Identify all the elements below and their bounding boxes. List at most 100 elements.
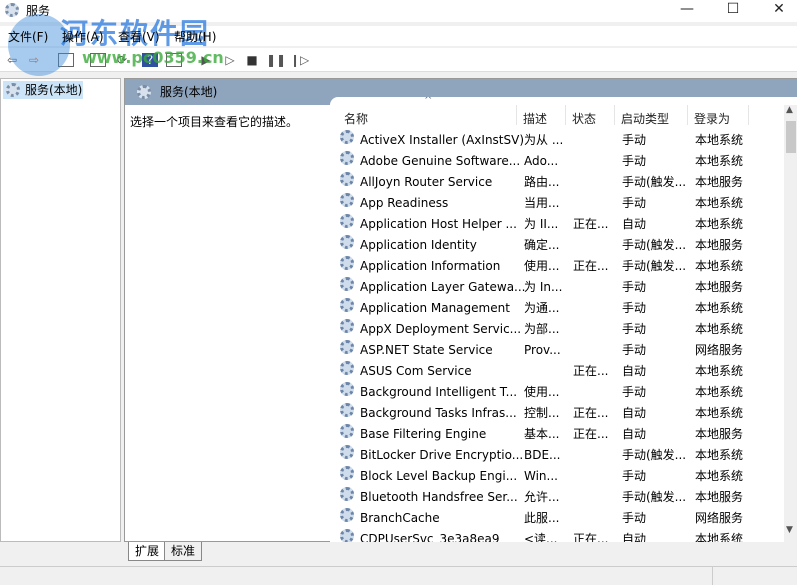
service-row[interactable]: ActiveX Installer (AxInstSV) 为从 ... 手动 本地系统	[338, 130, 778, 151]
scrollbar-thumb[interactable]	[786, 121, 796, 153]
service-row[interactable]: BitLocker Drive Encryptio... BDE... 手动(触发.…	[338, 445, 778, 466]
start-alt-icon[interactable]: ▷	[222, 53, 238, 67]
cell-name: Application Identity	[360, 238, 477, 252]
service-row[interactable]: AppX Deployment Servic... 为部... 手动 本地系统	[338, 319, 778, 340]
column-header-startup-type[interactable]: 启动类型	[621, 110, 669, 127]
menu-help[interactable]: 帮助(H)	[174, 28, 216, 45]
menu-view[interactable]: 查看(V)	[118, 28, 160, 45]
service-gear-icon	[340, 382, 354, 396]
cell-log-on-as: 本地服务	[695, 280, 744, 294]
service-gear-icon	[340, 235, 354, 249]
cell-name: BitLocker Drive Encryptio...	[360, 448, 524, 462]
cell-description: 为部...	[524, 322, 560, 336]
scroll-down-icon[interactable]: ▼	[786, 525, 793, 535]
forward-icon[interactable]: ⇨	[26, 53, 42, 67]
cell-name: ASP.NET State Service	[360, 343, 493, 357]
service-gear-icon	[340, 172, 354, 186]
resume-icon[interactable]: ❙▷	[290, 53, 309, 67]
maximize-button[interactable]: ☐	[710, 0, 756, 20]
cell-log-on-as: 本地服务	[695, 490, 744, 504]
tab-standard[interactable]: 标准	[164, 542, 203, 561]
cell-name: CDPUserSvc_3e3a8ea9	[360, 532, 500, 542]
cell-startup-type: 手动	[622, 385, 647, 399]
column-divider[interactable]	[565, 105, 566, 125]
cell-log-on-as: 本地系统	[695, 217, 744, 231]
service-row[interactable]: Background Intelligent T... 使用... 手动 本地系统	[338, 382, 778, 403]
service-gear-icon	[340, 277, 354, 291]
view-tabs: 扩展 标准	[124, 542, 797, 562]
service-row[interactable]: Block Level Backup Engi... Win... 手动 本地系统	[338, 466, 778, 487]
column-divider[interactable]	[614, 105, 615, 125]
cell-status: 正在...	[573, 406, 609, 420]
cell-description: Ado...	[524, 154, 559, 168]
cell-description: 允许...	[524, 490, 560, 504]
service-row[interactable]: CDPUserSvc_3e3a8ea9 <读... 正在... 自动 本地系统	[338, 529, 778, 542]
service-row[interactable]: Base Filtering Engine 基本... 正在... 自动 本地服务	[338, 424, 778, 445]
cell-name: Background Intelligent T...	[360, 385, 518, 399]
service-row[interactable]: App Readiness 当用... 手动 本地系统	[338, 193, 778, 214]
tab-extended[interactable]: 扩展	[128, 542, 167, 561]
help-icon[interactable]: ?	[142, 53, 158, 67]
stop-icon[interactable]: ■	[244, 53, 260, 67]
cell-description: 基本...	[524, 427, 560, 441]
cell-log-on-as: 本地系统	[695, 322, 744, 336]
column-divider[interactable]	[748, 105, 749, 125]
services-gear-icon	[5, 3, 19, 17]
start-service-icon[interactable]: ▶	[198, 53, 214, 67]
menu-file[interactable]: 文件(F)	[8, 28, 48, 45]
service-row[interactable]: Application Host Helper ... 为 II... 正在... 自…	[338, 214, 778, 235]
service-row[interactable]: AllJoyn Router Service 路由... 手动(触发... 本地服务	[338, 172, 778, 193]
pause-icon[interactable]: ❚❚	[266, 53, 286, 67]
service-gear-icon	[340, 487, 354, 501]
cell-log-on-as: 网络服务	[695, 343, 744, 357]
service-row[interactable]: ASUS Com Service 正在... 自动 本地系统	[338, 361, 778, 382]
show-tree-icon[interactable]	[58, 53, 74, 67]
cell-description: 使用...	[524, 259, 560, 273]
service-row[interactable]: Application Information 使用... 正在... 手动(触发..…	[338, 256, 778, 277]
cell-status: 正在...	[573, 364, 609, 378]
properties-icon[interactable]	[90, 53, 106, 67]
cell-description: 确定...	[524, 238, 560, 252]
service-gear-icon	[340, 466, 354, 480]
cell-description: 控制...	[524, 406, 560, 420]
tree-pane: 服务(本地)	[0, 78, 121, 542]
service-row[interactable]: Application Management 为通... 手动 本地系统	[338, 298, 778, 319]
vertical-scrollbar[interactable]: ▲ ▼	[784, 105, 797, 542]
cell-name: Application Management	[360, 301, 510, 315]
cell-description: Win...	[524, 469, 558, 483]
cell-status: 正在...	[573, 532, 609, 542]
tree-item-services-local[interactable]: 服务(本地)	[3, 81, 83, 99]
panel-header-title: 服务(本地)	[160, 85, 218, 99]
column-divider[interactable]	[687, 105, 688, 125]
service-row[interactable]: Background Tasks Infras... 控制... 正在... 自动 本地…	[338, 403, 778, 424]
title-bar: 服务 — ☐ ✕	[0, 0, 797, 22]
cell-name: Adobe Genuine Software...	[360, 154, 521, 168]
close-button[interactable]: ✕	[756, 0, 797, 20]
menu-action[interactable]: 操作(A)	[62, 28, 104, 45]
column-divider[interactable]	[516, 105, 517, 125]
cell-description: 路由...	[524, 175, 560, 189]
service-row[interactable]: Bluetooth Handsfree Ser... 允许... 手动(触发... 本…	[338, 487, 778, 508]
service-row[interactable]: ASP.NET State Service Prov... 手动 网络服务	[338, 340, 778, 361]
scroll-up-icon[interactable]: ▲	[786, 105, 793, 115]
column-header-name[interactable]: 名称	[344, 110, 368, 127]
tree-item-label: 服务(本地)	[25, 83, 83, 97]
service-row[interactable]: Application Layer Gatewa... 为 In... 手动 本地服务	[338, 277, 778, 298]
cell-status: 正在...	[573, 217, 609, 231]
minimize-button[interactable]: —	[664, 0, 710, 20]
column-header-status[interactable]: 状态	[572, 110, 596, 127]
service-row[interactable]: Adobe Genuine Software... Ado... 手动 本地系统	[338, 151, 778, 172]
cell-name: Block Level Backup Engi...	[360, 469, 518, 483]
service-row[interactable]: BranchCache 此服... 手动 网络服务	[338, 508, 778, 529]
cell-name: Bluetooth Handsfree Ser...	[360, 490, 518, 504]
cell-log-on-as: 本地系统	[695, 301, 744, 315]
cell-description: <读...	[524, 532, 558, 542]
column-header-log-on-as[interactable]: 登录为	[694, 110, 730, 127]
back-icon[interactable]: ⇦	[4, 53, 20, 67]
cell-name: Application Information	[360, 259, 501, 273]
column-header-description[interactable]: 描述	[523, 110, 547, 127]
service-row[interactable]: Application Identity 确定... 手动(触发... 本地服务	[338, 235, 778, 256]
view-icon[interactable]	[166, 53, 182, 67]
refresh-icon[interactable]: ⟳	[114, 53, 130, 67]
cell-name: App Readiness	[360, 196, 449, 210]
